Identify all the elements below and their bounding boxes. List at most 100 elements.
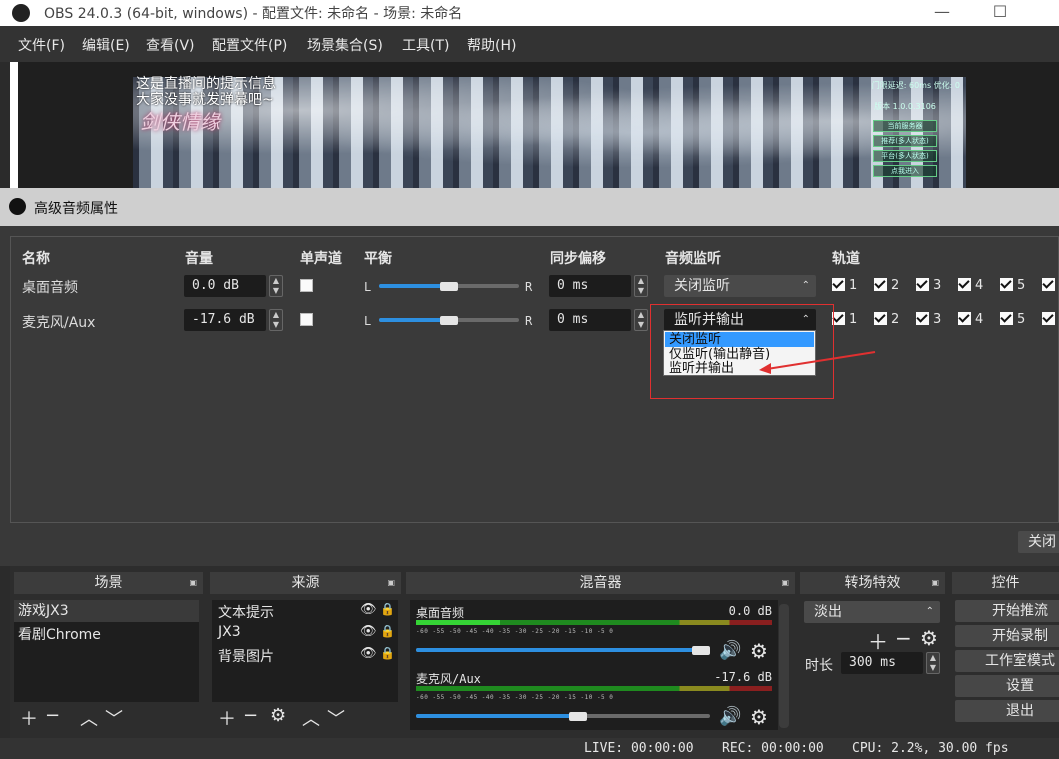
move-up-icon[interactable]: ︿ [80, 705, 98, 731]
check-icon [832, 278, 845, 291]
mono-checkbox[interactable] [300, 313, 313, 326]
sync-offset-stepper[interactable]: ▲ ▼ [634, 309, 648, 331]
duration-input[interactable]: 300 ms [841, 652, 923, 674]
menu-scene-collection[interactable]: 场景集合(S) [307, 35, 383, 55]
balance-slider-handle[interactable] [440, 316, 458, 325]
transition-select[interactable]: 淡出 ⌃ [804, 601, 940, 623]
volume-stepper[interactable]: ▲ ▼ [269, 275, 283, 297]
column-header-sync: 同步偏移 [550, 251, 606, 267]
row-name: 桌面音频 [22, 280, 78, 296]
menu-profile[interactable]: 配置文件(P) [212, 35, 287, 55]
mixer-scrollbar[interactable] [779, 604, 789, 728]
sync-offset-input[interactable]: 0 ms [549, 275, 631, 297]
visibility-eye-icon[interactable]: 👁 [360, 646, 377, 661]
mixer-volume-handle[interactable] [692, 646, 710, 655]
settings-button[interactable]: 设置 [955, 675, 1059, 697]
preview-overlay-text: 这是直播间的提示信息 大家没事就发弹幕吧~ [136, 76, 276, 108]
sources-dock-title: 来源 [291, 575, 320, 591]
audio-meter [416, 686, 772, 691]
remove-transition-icon[interactable]: − [895, 626, 912, 650]
dock-float-icon[interactable]: ▣ [781, 572, 789, 594]
check-icon [958, 278, 971, 291]
track-4-checkbox[interactable]: 4 [958, 278, 983, 293]
source-item[interactable]: 文本提示 [218, 602, 274, 622]
menu-edit[interactable]: 编辑(E) [82, 35, 130, 55]
monitor-select-value: 关闭监听 [674, 278, 730, 294]
check-icon [1042, 312, 1055, 325]
balance-slider-handle[interactable] [440, 282, 458, 291]
track-5-checkbox[interactable]: 5 [1000, 312, 1025, 327]
studio-mode-button[interactable]: 工作室模式 [955, 650, 1059, 672]
track-6-checkbox[interactable] [1042, 312, 1059, 327]
dock-float-icon[interactable]: ▣ [189, 572, 197, 594]
speaker-icon[interactable]: 🔊 [719, 706, 741, 727]
minimize-button[interactable]: — [927, 2, 957, 24]
menu-file[interactable]: 文件(F) [18, 35, 65, 55]
track-1-checkbox[interactable]: 1 [832, 312, 857, 327]
monitor-select[interactable]: 关闭监听 ⌃ [664, 275, 816, 297]
column-header-volume: 音量 [185, 251, 213, 267]
column-header-balance: 平衡 [364, 251, 392, 267]
source-settings-gear-icon[interactable]: ⚙ [270, 705, 286, 726]
obs-logo-icon [9, 198, 26, 215]
duration-stepper[interactable]: ▲ ▼ [926, 652, 940, 674]
move-up-icon[interactable]: ︿ [302, 705, 320, 731]
track-3-checkbox[interactable]: 3 [916, 278, 941, 293]
column-header-mono: 单声道 [300, 251, 342, 267]
transition-settings-gear-icon[interactable]: ⚙ [920, 626, 938, 650]
add-scene-icon[interactable]: ＋ [20, 705, 38, 731]
menu-help[interactable]: 帮助(H) [467, 35, 516, 55]
source-item[interactable]: 背景图片 [218, 646, 274, 666]
controls-dock-title: 控件 [991, 575, 1020, 591]
column-header-name: 名称 [22, 251, 50, 267]
track-5-checkbox[interactable]: 5 [1000, 278, 1025, 293]
lock-icon[interactable]: 🔒 [380, 646, 395, 660]
source-item[interactable]: JX3 [218, 624, 241, 640]
meter-scale: -60 -55 -50 -45 -40 -35 -30 -25 -20 -15 … [416, 694, 614, 701]
add-source-icon[interactable]: ＋ [218, 705, 236, 731]
visibility-eye-icon[interactable]: 👁 [360, 624, 377, 639]
lock-icon[interactable]: 🔒 [380, 624, 395, 638]
balance-left-label: L [364, 314, 372, 328]
scenes-dock-title: 场景 [94, 575, 123, 591]
start-streaming-button[interactable]: 开始推流 [955, 600, 1059, 622]
mixer-settings-gear-icon[interactable]: ⚙ [750, 705, 768, 729]
dialog-close-button[interactable]: 关闭 [1018, 531, 1059, 553]
volume-input[interactable]: 0.0 dB [184, 275, 266, 297]
dock-float-icon[interactable]: ▣ [387, 572, 395, 594]
dock-float-icon[interactable]: ▣ [931, 572, 939, 594]
remove-source-icon[interactable]: − [243, 705, 258, 726]
visibility-eye-icon[interactable]: 👁 [360, 602, 377, 617]
track-4-checkbox[interactable]: 4 [958, 312, 983, 327]
hud-button: 当前服务器 [873, 120, 937, 132]
scene-item[interactable]: 游戏JX3 [14, 600, 199, 622]
volume-input[interactable]: -17.6 dB [184, 309, 266, 331]
mixer-dock-header: 混音器 ▣ [406, 572, 795, 594]
add-transition-icon[interactable]: ＋ [868, 626, 888, 655]
sync-offset-stepper[interactable]: ▲ ▼ [634, 275, 648, 297]
track-2-checkbox[interactable]: 2 [874, 278, 899, 293]
move-down-icon[interactable]: ﹀ [327, 705, 345, 731]
mixer-volume-handle[interactable] [569, 712, 587, 721]
lock-icon[interactable]: 🔒 [380, 602, 395, 616]
scene-item[interactable]: 看剧Chrome [18, 624, 101, 644]
volume-stepper[interactable]: ▲ ▼ [269, 309, 283, 331]
track-6-checkbox[interactable] [1042, 278, 1059, 293]
balance-slider-fill [379, 284, 449, 288]
remove-scene-icon[interactable]: − [45, 705, 60, 726]
menu-tools[interactable]: 工具(T) [402, 35, 449, 55]
mono-checkbox[interactable] [300, 279, 313, 292]
maximize-button[interactable]: ☐ [985, 2, 1015, 24]
menu-view[interactable]: 查看(V) [146, 35, 195, 55]
track-3-checkbox[interactable]: 3 [916, 312, 941, 327]
track-2-checkbox[interactable]: 2 [874, 312, 899, 327]
mixer-settings-gear-icon[interactable]: ⚙ [750, 639, 768, 663]
sync-offset-input[interactable]: 0 ms [549, 309, 631, 331]
meter-scale: -60 -55 -50 -45 -40 -35 -30 -25 -20 -15 … [416, 628, 614, 635]
move-down-icon[interactable]: ﹀ [105, 705, 123, 731]
exit-button[interactable]: 退出 [955, 700, 1059, 722]
speaker-icon[interactable]: 🔊 [719, 640, 741, 661]
start-recording-button[interactable]: 开始录制 [955, 625, 1059, 647]
track-1-checkbox[interactable]: 1 [832, 278, 857, 293]
hud-line: 版本 1.0.0.3106 [874, 102, 936, 111]
